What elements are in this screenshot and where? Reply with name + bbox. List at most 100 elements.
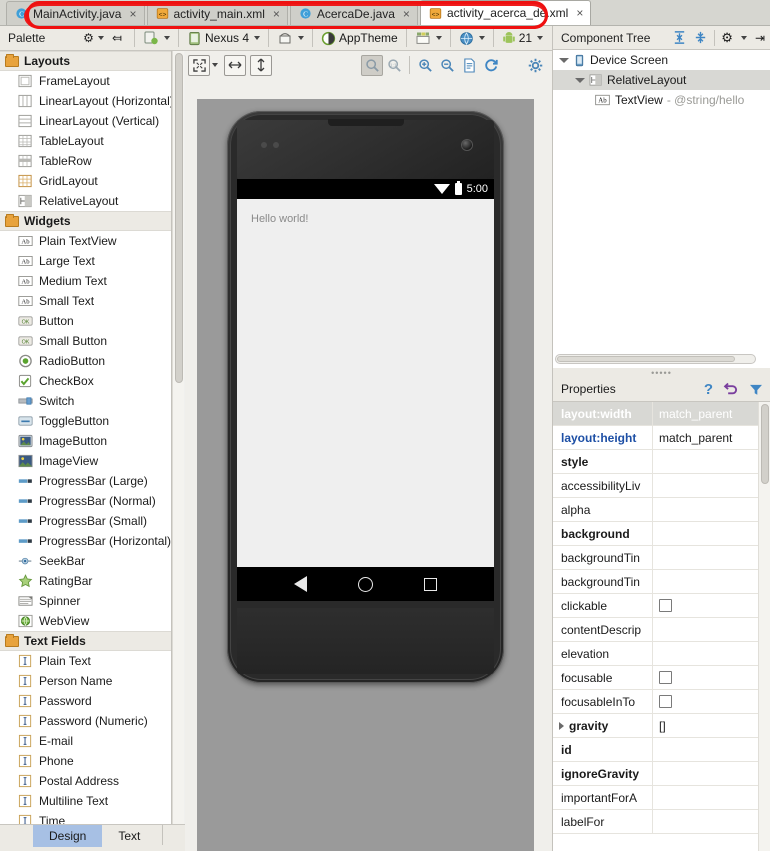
palette-item-imageview[interactable]: ImageView [0, 451, 171, 471]
property-row[interactable]: elevation [553, 642, 770, 666]
property-value[interactable] [653, 738, 770, 761]
editor-tab-acercade-java[interactable]: C AcercaDe.java × [289, 1, 418, 25]
property-value[interactable]: [] [653, 714, 770, 737]
zoom-actual-button[interactable]: 1:1 [383, 55, 405, 76]
palette-scrollbar-thumb[interactable] [175, 53, 183, 383]
property-value[interactable] [653, 666, 770, 689]
palette-item-time[interactable]: Time [0, 811, 171, 824]
palette-item-multiline-text[interactable]: Multiline Text [0, 791, 171, 811]
nav-recents-icon[interactable] [423, 577, 437, 591]
property-value[interactable] [653, 594, 770, 617]
property-row[interactable]: background [553, 522, 770, 546]
palette-item-phone[interactable]: Phone [0, 751, 171, 771]
render-button[interactable] [458, 55, 480, 76]
undo-icon[interactable] [722, 382, 739, 397]
editor-tab-activity-main-xml[interactable]: <> activity_main.xml × [146, 1, 288, 25]
chevron-down-icon[interactable] [537, 36, 544, 40]
ui-mode-button[interactable] [411, 28, 446, 49]
property-row[interactable]: layout:height match_parent [553, 426, 770, 450]
component-tree-hscrollbar[interactable] [555, 354, 756, 364]
palette-item-progressbar-horizontal[interactable]: ProgressBar (Horizontal) [0, 531, 171, 551]
property-row[interactable]: accessibilityLiv [553, 474, 770, 498]
help-question-icon[interactable]: ? [704, 381, 713, 398]
chevron-down-icon[interactable] [164, 36, 170, 40]
property-value[interactable] [653, 498, 770, 521]
property-row[interactable]: gravity [] [553, 714, 770, 738]
property-row[interactable]: labelFor [553, 810, 770, 834]
property-value[interactable] [653, 450, 770, 473]
chevron-down-icon[interactable] [97, 36, 104, 40]
chevron-down-icon[interactable] [478, 36, 485, 40]
palette-item-webview[interactable]: WebView [0, 611, 171, 631]
component-tree-hscrollbar-thumb[interactable] [557, 356, 735, 362]
property-checkbox[interactable] [659, 695, 672, 708]
palette-item-tablelayout[interactable]: TableLayout [0, 131, 171, 151]
property-row[interactable]: focusable [553, 666, 770, 690]
filter-funnel-icon[interactable] [748, 382, 764, 397]
component-tree[interactable]: Device Screen RelativeLayout Ab TextView… [553, 50, 770, 368]
palette-group-layouts[interactable]: Layouts [0, 51, 171, 71]
collapse-icon[interactable]: ⤆ [112, 31, 122, 45]
locale-button[interactable] [455, 28, 489, 49]
nav-home-icon[interactable] [357, 576, 373, 592]
pan-zoom-toggle[interactable] [361, 54, 383, 76]
refresh-button[interactable] [480, 55, 502, 76]
nav-back-icon[interactable] [294, 576, 308, 592]
fit-width-button[interactable] [224, 54, 246, 76]
palette-item-progressbar-large[interactable]: ProgressBar (Large) [0, 471, 171, 491]
panel-splitter[interactable]: ••••• [553, 368, 770, 378]
property-value[interactable] [653, 618, 770, 641]
palette-item-progressbar-small[interactable]: ProgressBar (Small) [0, 511, 171, 531]
property-row[interactable]: style [553, 450, 770, 474]
hide-panel-icon[interactable]: ⇥ [755, 31, 765, 45]
palette-item-plain-text[interactable]: Plain Text [0, 651, 171, 671]
palette-item-radiobutton[interactable]: RadioButton [0, 351, 171, 371]
expand-all-icon[interactable] [672, 30, 687, 45]
property-checkbox[interactable] [659, 599, 672, 612]
palette-item-tablerow[interactable]: TableRow [0, 151, 171, 171]
palette-item-large-text[interactable]: Ab Large Text [0, 251, 171, 271]
orientation-button[interactable] [273, 28, 308, 49]
chevron-down-icon[interactable] [559, 57, 569, 63]
palette-item-linearlayout-vertical[interactable]: LinearLayout (Vertical) [0, 111, 171, 131]
property-value[interactable] [653, 690, 770, 713]
bottom-tab-design[interactable]: Design [33, 825, 103, 847]
palette-item-checkbox[interactable]: CheckBox [0, 371, 171, 391]
property-value[interactable] [653, 522, 770, 545]
gear-icon[interactable]: ⚙ [721, 30, 733, 46]
zoom-out-button[interactable] [436, 55, 458, 76]
property-row[interactable]: id [553, 738, 770, 762]
property-value[interactable] [653, 762, 770, 785]
property-value[interactable] [653, 474, 770, 497]
palette-item-ratingbar[interactable]: RatingBar [0, 571, 171, 591]
preview-textview-hello[interactable]: Hello world! [237, 199, 494, 225]
properties-scrollbar-thumb[interactable] [761, 404, 769, 484]
palette-item-person-name[interactable]: Person Name [0, 671, 171, 691]
palette-item-small-text[interactable]: Ab Small Text [0, 291, 171, 311]
palette-panel[interactable]: Layouts FrameLayout LinearLayout (Horizo… [0, 51, 172, 824]
property-value[interactable] [653, 642, 770, 665]
zoom-fit-button[interactable] [188, 54, 210, 76]
property-row[interactable]: focusableInTo [553, 690, 770, 714]
palette-item-medium-text[interactable]: Ab Medium Text [0, 271, 171, 291]
property-checkbox[interactable] [659, 671, 672, 684]
device-selector-button[interactable]: Nexus 4 [183, 28, 264, 49]
chevron-down-icon[interactable] [254, 36, 261, 40]
close-icon[interactable]: × [576, 7, 583, 19]
palette-item-switch[interactable]: Switch [0, 391, 171, 411]
chevron-down-icon[interactable] [740, 35, 747, 40]
property-row[interactable]: backgroundTin [553, 570, 770, 594]
chevron-down-icon[interactable] [212, 63, 218, 67]
property-value[interactable]: match_parent [653, 426, 770, 449]
theme-selector-button[interactable]: AppTheme [317, 28, 402, 49]
property-row[interactable]: backgroundTin [553, 546, 770, 570]
gear-icon[interactable]: ⚙ [83, 31, 94, 45]
device-preview-nexus4[interactable]: 5:00 Hello world! [227, 111, 504, 683]
palette-item-email[interactable]: E-mail [0, 731, 171, 751]
property-value[interactable] [653, 810, 770, 833]
palette-item-imagebutton[interactable]: ImageButton [0, 431, 171, 451]
chevron-down-icon[interactable] [435, 36, 442, 40]
property-row[interactable]: ignoreGravity [553, 762, 770, 786]
close-icon[interactable]: × [129, 8, 136, 20]
canvas-settings-button[interactable] [524, 55, 546, 76]
